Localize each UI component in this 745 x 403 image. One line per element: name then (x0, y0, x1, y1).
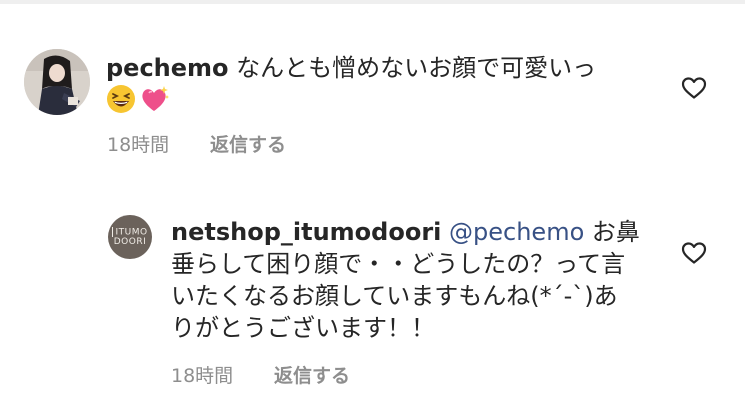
comment-text: なんとも憎めないお顔で可愛いっ (228, 54, 597, 82)
mention-link[interactable]: @pechemo (449, 218, 584, 246)
comment-username[interactable]: pechemo (106, 54, 229, 82)
reply-button[interactable]: 返信する (274, 364, 350, 388)
avatar-photo (24, 49, 90, 115)
heart-outline-icon[interactable] (681, 241, 707, 265)
avatar-pechemo[interactable] (24, 49, 90, 115)
avatar-netshop-itumodoori[interactable]: ITUMO DOORI (108, 215, 152, 259)
comment-body: pechemo なんとも憎めないお顔で可愛いっ (106, 52, 646, 116)
sparkling-heart-icon (140, 84, 170, 114)
comment-timestamp: 18時間 (107, 134, 170, 156)
grinning-squinting-face-icon (106, 84, 136, 114)
avatar-logo: ITUMO DOORI (112, 226, 148, 248)
avatar-logo-line-1: ITUMO (115, 227, 148, 238)
heart-outline-icon[interactable] (681, 76, 707, 100)
comment-body: netshop_itumodoori @pechemo お鼻垂らして困り顔で・・… (171, 216, 641, 344)
avatar-logo-line-2: DOORI (113, 237, 147, 248)
reply-button[interactable]: 返信する (210, 133, 286, 157)
comment-username[interactable]: netshop_itumodoori (171, 218, 441, 246)
comment-timestamp: 18時間 (171, 365, 234, 387)
top-divider (0, 0, 745, 4)
